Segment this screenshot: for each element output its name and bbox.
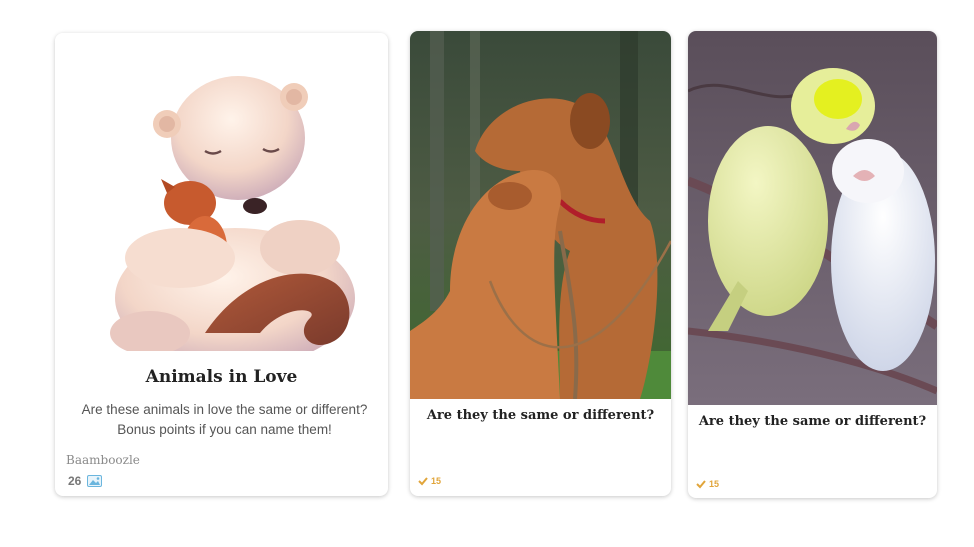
card-title: Are they the same or different? [698, 414, 927, 429]
photo-icon [87, 475, 103, 487]
description-line: Bonus points if you can name them! [117, 422, 332, 437]
question-count: 26 [68, 474, 103, 488]
creator-name[interactable]: Baamboozle [66, 453, 140, 467]
card-image-bear-fox [55, 33, 388, 351]
card-title: Animals in Love [145, 367, 298, 387]
play-count: 15 [418, 476, 441, 486]
play-count-value: 15 [431, 476, 442, 486]
card-image-dogs [410, 31, 671, 399]
game-card-animals-in-love[interactable]: Animals in Love Are these animals in lov… [55, 33, 388, 496]
card-title: Are they the same or different? [426, 408, 655, 423]
card-image-parakeets [688, 31, 937, 405]
checkmark-icon [418, 476, 428, 486]
play-count-value: 15 [709, 479, 720, 489]
description-line: Are these animals in love the same or di… [81, 402, 368, 417]
game-card-parakeets[interactable]: Are they the same or different? 15 [688, 31, 937, 498]
card-description: Are these animals in love the same or di… [65, 400, 384, 440]
checkmark-icon [696, 479, 706, 489]
game-card-dogs[interactable]: Are they the same or different? 15 [410, 31, 671, 496]
play-count: 15 [696, 479, 719, 489]
question-count-value: 26 [68, 474, 82, 488]
